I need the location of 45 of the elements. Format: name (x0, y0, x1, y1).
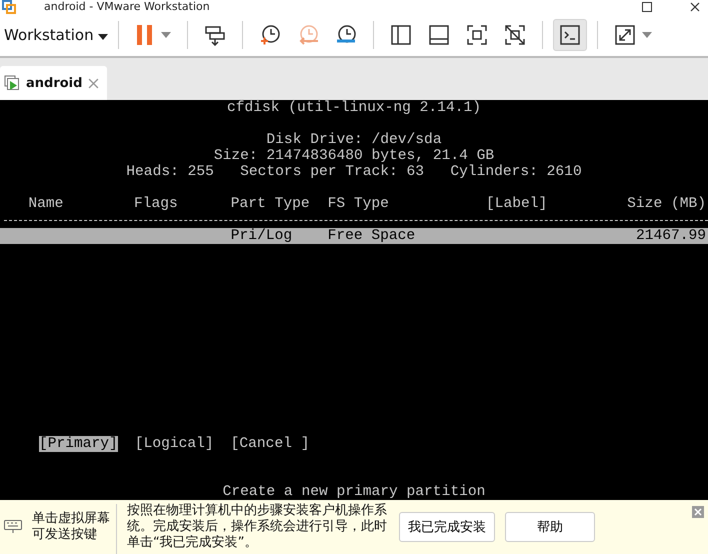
vm-play-icon (4, 75, 20, 91)
vm-tab[interactable]: android (0, 66, 108, 100)
fullscreen-icon (466, 24, 488, 46)
clock-arrow-icon (297, 24, 320, 46)
keyboard-send-icon (204, 24, 226, 46)
menu-option[interactable]: [Primary] (39, 436, 118, 452)
caret-icon (642, 32, 652, 38)
column-header: Name (28, 196, 64, 212)
disk-info-text: Size: 21474836480 bytes, 21.4 GB (214, 148, 494, 164)
expand-icon (614, 24, 636, 46)
disk-info-text: Heads: 255 Sectors per Track: 63 Cylinders: 2610 (126, 164, 582, 180)
size-cell: 21467.99 (636, 228, 706, 244)
crossed-window-icon (504, 24, 526, 46)
column-header: Part Type (230, 196, 310, 212)
console-button[interactable] (553, 19, 588, 51)
install-hint-text: 按照在物理计算机中的步骤安装客户机操作系统。完成安装后，操作系统会进行引导，此时单击“我已完成安装”。 (127, 503, 387, 551)
window-title: android - VMware Workstation (44, 0, 210, 14)
bottom-panel-layout-icon (428, 24, 450, 46)
menu-option[interactable]: [Logical] (134, 436, 214, 452)
caret-icon (161, 32, 172, 38)
caret-icon (98, 34, 108, 40)
tab-label: android (26, 76, 82, 90)
column-header: [Label] (486, 196, 548, 212)
column-header: Size (MB) (627, 196, 706, 212)
hint-button[interactable]: 帮助 (505, 512, 595, 542)
keyboard-icon (4, 520, 22, 534)
program-title: cfdisk (util-linux-ng 2.14.1) (227, 100, 481, 116)
vm-console-screen[interactable] (0, 100, 708, 500)
column-header: FS Type (328, 196, 389, 212)
close-icon[interactable] (690, 2, 700, 12)
workstation-menu[interactable]: Workstation (2, 22, 110, 48)
maximize-icon[interactable] (642, 2, 652, 12)
column-header: Flags (134, 196, 178, 212)
terminal-icon (559, 24, 582, 46)
click-hint-text: 单击虚拟屏幕可发送按键 (32, 511, 110, 543)
clock-plus-icon (259, 24, 282, 46)
partition-row[interactable]: Pri/Log Free Space 21467.99 (0, 228, 708, 244)
sidebar-layout-icon (390, 24, 412, 46)
app-logo-icon (2, 0, 16, 14)
fs-type-cell: Free Space (328, 228, 416, 244)
part-type-cell: Pri/Log (230, 228, 292, 244)
disk-info-text: Disk Drive: /dev/sda (266, 132, 442, 148)
hint-button[interactable]: 我已完成安装 (399, 512, 495, 542)
status-message: Create a new primary partition (222, 484, 486, 500)
menu-option[interactable]: [Cancel ] (230, 436, 310, 452)
